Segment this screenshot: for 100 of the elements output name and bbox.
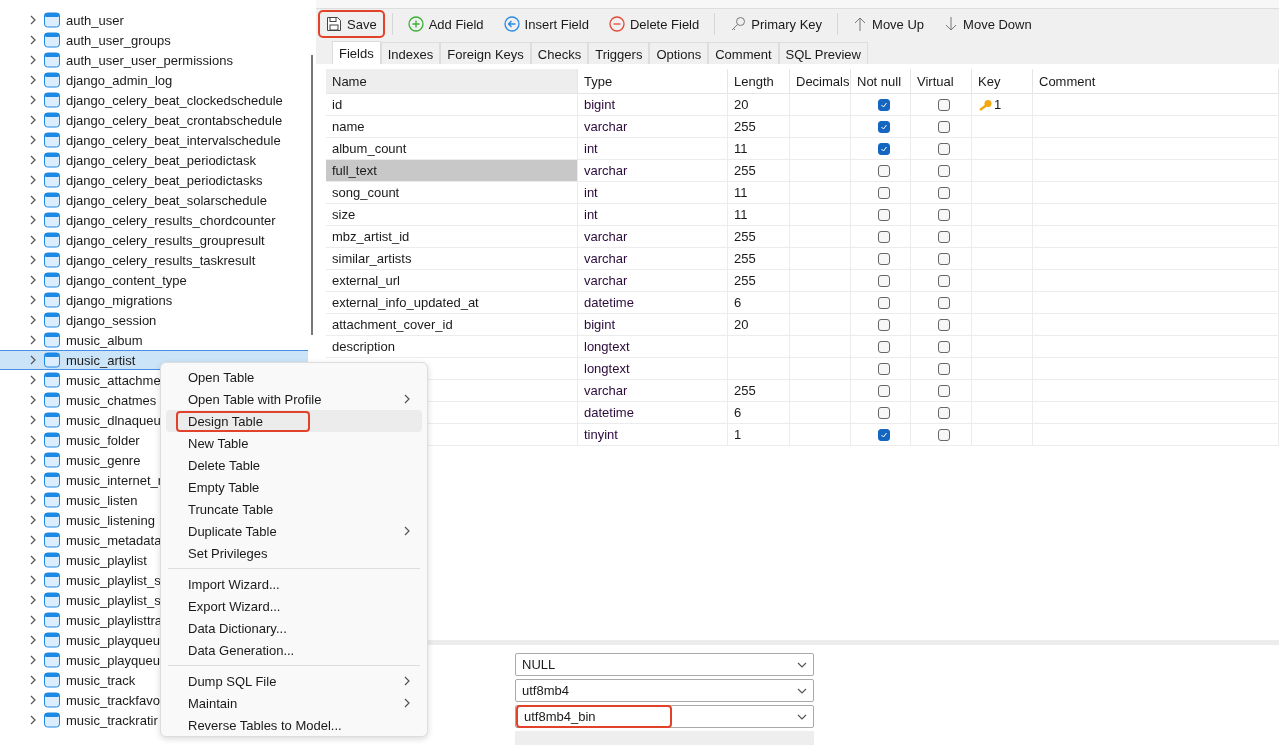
sidebar-item[interactable]: django_admin_log [0, 70, 308, 90]
tab[interactable]: Foreign Keys [440, 42, 531, 65]
menu-item[interactable]: Reverse Tables to Model... [166, 714, 422, 736]
checkbox[interactable] [938, 120, 950, 133]
checkbox[interactable] [938, 362, 950, 375]
sidebar-item[interactable]: django_celery_results_groupresult [0, 230, 308, 250]
checkbox[interactable] [877, 164, 890, 177]
sidebar-item[interactable]: django_celery_beat_intervalschedule [0, 130, 308, 150]
checkbox[interactable] [877, 318, 890, 331]
checkbox[interactable] [938, 274, 950, 287]
table-cell: album_count [326, 138, 578, 160]
column-header[interactable]: Virtual [911, 69, 972, 94]
toolbar-button[interactable]: Add Field [399, 10, 492, 38]
dropdown[interactable]: NULL [515, 653, 814, 676]
checkbox[interactable] [938, 252, 950, 265]
checkbox[interactable] [877, 384, 890, 397]
toolbar-button[interactable]: Save [318, 10, 385, 38]
menu-item[interactable]: Duplicate Table [166, 520, 422, 542]
checkbox[interactable] [877, 208, 890, 221]
checkbox[interactable] [877, 362, 890, 375]
sidebar-item[interactable]: django_celery_beat_crontabschedule [0, 110, 308, 130]
table-icon [44, 592, 60, 608]
menu-item[interactable]: Data Generation... [166, 639, 422, 661]
menu-item[interactable]: Data Dictionary... [166, 617, 422, 639]
menu-item[interactable]: Delete Table [166, 454, 422, 476]
column-header[interactable]: Key [972, 69, 1033, 94]
checkbox[interactable] [938, 186, 950, 199]
tab[interactable]: Fields [332, 41, 381, 64]
checkbox[interactable] [938, 384, 950, 397]
dropdown[interactable]: utf8mb4 [515, 679, 814, 702]
checkbox[interactable] [877, 230, 890, 243]
sidebar-item[interactable]: django_celery_beat_solarschedule [0, 190, 308, 210]
toolbar-button[interactable]: Insert Field [495, 10, 597, 38]
checkbox[interactable] [877, 296, 890, 309]
checkbox[interactable] [938, 406, 950, 419]
menu-item[interactable]: Design Table [166, 410, 422, 432]
checkbox[interactable] [877, 274, 890, 287]
checkbox[interactable] [938, 230, 950, 243]
toolbar-button[interactable]: Primary Key [722, 10, 831, 38]
checkbox[interactable] [877, 252, 890, 265]
checkbox[interactable] [938, 208, 950, 221]
dropdown-value: NULL [521, 656, 557, 674]
column-header[interactable]: Name [326, 69, 578, 94]
sidebar-item[interactable]: music_album [0, 330, 308, 350]
menu-label: Maintain [187, 694, 239, 713]
menu-item[interactable]: Set Privileges [166, 542, 422, 564]
checkbox[interactable] [938, 340, 950, 353]
checkbox[interactable] [877, 120, 890, 133]
sidebar-item[interactable]: auth_user_groups [0, 30, 308, 50]
menu-item[interactable]: Empty Table [166, 476, 422, 498]
checkbox[interactable] [877, 142, 890, 155]
dropdown[interactable]: utf8mb4_bin [515, 705, 814, 728]
checkbox[interactable] [877, 98, 890, 111]
toolbar-button[interactable]: Move Up [845, 10, 933, 38]
column-header[interactable]: Length [728, 69, 790, 94]
checkbox[interactable] [938, 98, 950, 111]
checkbox[interactable] [938, 164, 950, 177]
sidebar-item[interactable]: auth_user_user_permissions [0, 50, 308, 70]
checkbox[interactable] [938, 142, 950, 155]
menu-label: Open Table [187, 368, 256, 387]
tab[interactable]: Options [649, 42, 709, 65]
sidebar-item[interactable]: django_content_type [0, 270, 308, 290]
checkbox[interactable] [877, 406, 890, 419]
tab[interactable]: Triggers [588, 42, 650, 65]
sidebar-item[interactable]: django_celery_beat_periodictask [0, 150, 308, 170]
table-icon [44, 652, 60, 668]
checkbox[interactable] [877, 340, 890, 353]
menu-label: Truncate Table [187, 500, 275, 519]
sidebar-item[interactable]: django_celery_beat_clockedschedule [0, 90, 308, 110]
toolbar-button[interactable]: Move Down [936, 10, 1040, 38]
sidebar-item[interactable]: auth_user [0, 10, 308, 30]
checkbox[interactable] [938, 296, 950, 309]
tab[interactable]: Comment [708, 42, 779, 65]
menu-item[interactable]: New Table [166, 432, 422, 454]
toolbar-button[interactable]: Delete Field [600, 10, 708, 38]
table-icon [44, 112, 60, 128]
checkbox[interactable] [938, 318, 950, 331]
menu-item[interactable]: Truncate Table [166, 498, 422, 520]
checkbox[interactable] [877, 186, 890, 199]
sidebar-item[interactable]: django_celery_beat_periodictasks [0, 170, 308, 190]
column-header[interactable]: Type [578, 69, 728, 94]
column-header[interactable]: Comment [1033, 69, 1279, 94]
menu-item[interactable]: Dump SQL File [166, 670, 422, 692]
table-cell: 255 [728, 270, 790, 292]
sidebar-item[interactable]: django_migrations [0, 290, 308, 310]
column-header[interactable]: Decimals [790, 69, 851, 94]
table-icon [44, 272, 60, 288]
checkbox[interactable] [938, 428, 950, 441]
menu-item[interactable]: Import Wizard... [166, 573, 422, 595]
sidebar-item[interactable]: django_celery_results_taskresult [0, 250, 308, 270]
table-icon [44, 52, 60, 68]
table-cell: 11 [728, 182, 790, 204]
menu-item[interactable]: Export Wizard... [166, 595, 422, 617]
column-header[interactable]: Not null [851, 69, 911, 94]
checkbox[interactable] [877, 428, 890, 441]
sidebar-item[interactable]: django_celery_results_chordcounter [0, 210, 308, 230]
scrollbar[interactable] [311, 55, 313, 335]
menu-item[interactable]: Open Table with Profile [166, 388, 422, 410]
menu-item[interactable]: Maintain [166, 692, 422, 714]
sidebar-item[interactable]: django_session [0, 310, 308, 330]
